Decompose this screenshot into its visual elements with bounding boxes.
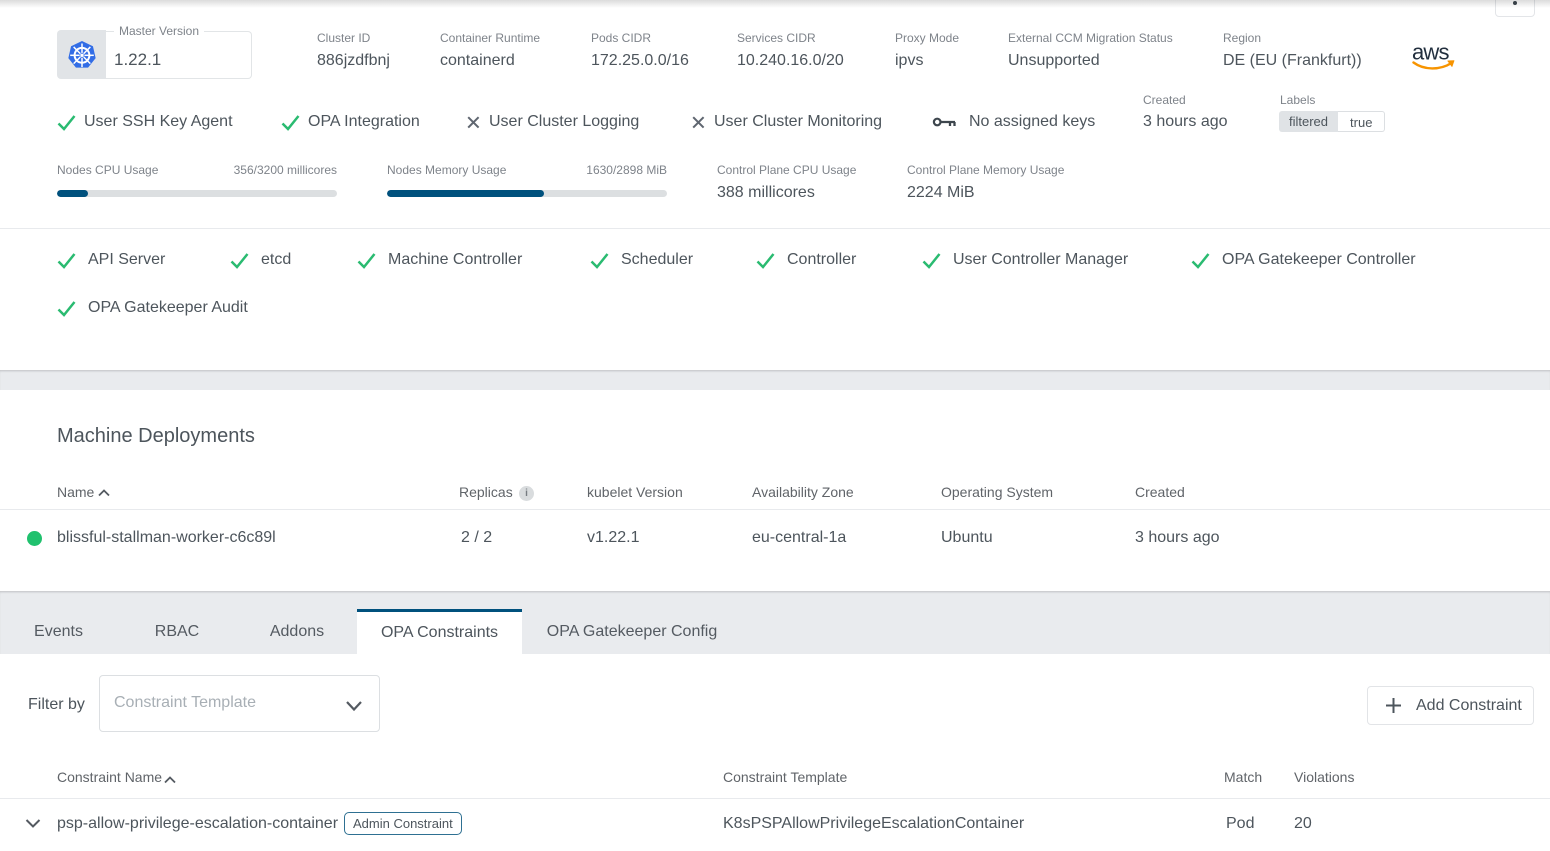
svg-text:aws: aws: [1412, 40, 1450, 65]
